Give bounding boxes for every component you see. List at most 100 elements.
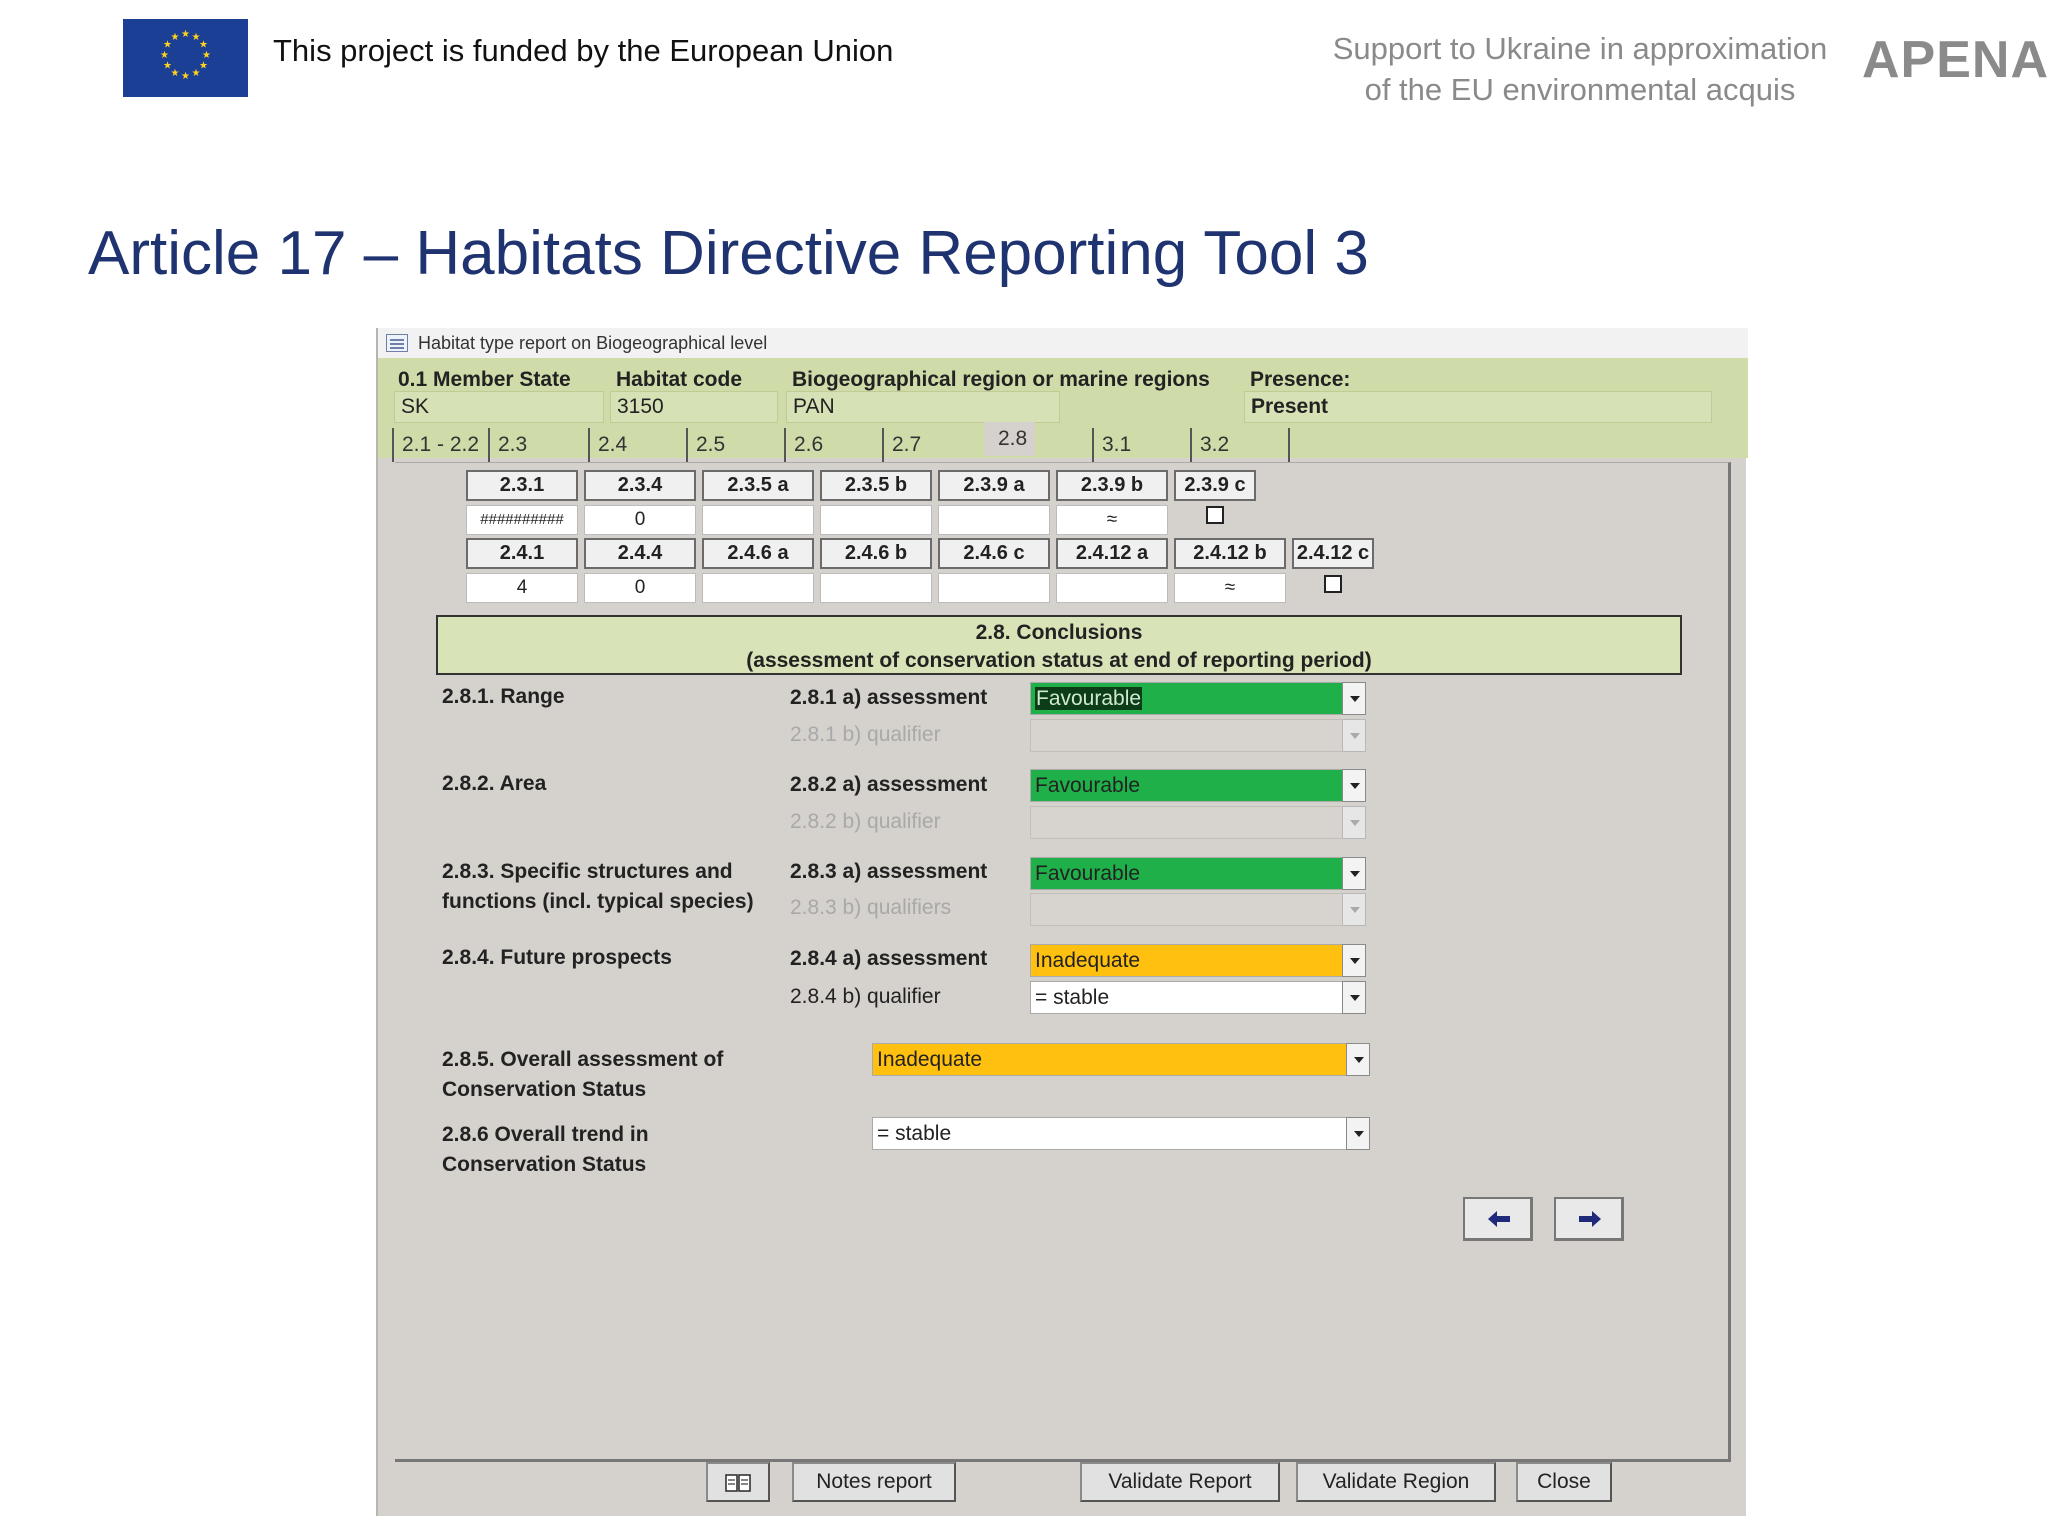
habitat-code-field[interactable]: 3150: [610, 391, 778, 423]
grid-value-2-4-6-b[interactable]: [820, 573, 932, 603]
area-assessment-value: Favourable: [1035, 774, 1141, 797]
chevron-down-icon[interactable]: [1342, 893, 1366, 926]
project-description: Support to Ukraine in approximation of t…: [1300, 28, 1860, 110]
chevron-down-icon[interactable]: [1342, 981, 1366, 1014]
overall-assessment-label-line1: 2.8.5. Overall assessment of: [442, 1048, 724, 1071]
overall-trend-label-line1: 2.8.6 Overall trend in: [442, 1123, 649, 1146]
previous-button[interactable]: [1463, 1197, 1533, 1241]
grid-value-2-3-9-b[interactable]: ≈: [1056, 505, 1168, 535]
notes-report-button[interactable]: Notes report: [792, 1462, 956, 1502]
structures-assessment-select[interactable]: Favourable: [1030, 857, 1366, 890]
tab-2-7[interactable]: 2.7: [882, 428, 929, 462]
structures-label-line1: 2.8.3. Specific structures and: [442, 860, 733, 883]
chevron-down-icon[interactable]: [1346, 1117, 1370, 1150]
presence-field[interactable]: Present: [1244, 391, 1712, 423]
area-label: 2.8.2. Area: [442, 772, 547, 795]
apena-logo-text: APENA: [1862, 31, 2048, 89]
grid-value-2-4-12-a[interactable]: [1056, 573, 1168, 603]
overall-assessment-select[interactable]: Inadequate: [872, 1043, 1370, 1076]
tab-2-4[interactable]: 2.4: [588, 428, 635, 462]
validate-report-button[interactable]: Validate Report: [1080, 1462, 1280, 1502]
validate-region-button[interactable]: Validate Region: [1296, 1462, 1496, 1502]
svg-text:★: ★: [171, 32, 180, 43]
structures-qualifiers-select[interactable]: [1030, 893, 1366, 926]
area-qualifier-label: 2.8.2 b) qualifier: [790, 810, 941, 833]
arrow-left-icon: [1488, 1211, 1510, 1227]
conclusions-header: 2.8. Conclusions (assessment of conserva…: [436, 615, 1682, 675]
presence-label: Presence:: [1250, 368, 1351, 391]
grid-value-2-4-6-a[interactable]: [702, 573, 814, 603]
grid-header-2-4-4: 2.4.4: [584, 538, 696, 569]
slide-title: Article 17 – Habitats Directive Reportin…: [88, 219, 1369, 288]
window-titlebar: Habitat type report on Biogeographical l…: [378, 328, 1748, 358]
tab-strip-end: [1288, 428, 1290, 462]
conclusions-title: 2.8. Conclusions: [975, 621, 1143, 644]
area-assessment-label: 2.8.2 a) assessment: [790, 773, 988, 796]
range-assessment-select[interactable]: Favourable: [1030, 682, 1366, 715]
overall-trend-select[interactable]: = stable: [872, 1117, 1370, 1150]
book-button[interactable]: [706, 1462, 770, 1502]
member-state-field[interactable]: SK: [394, 391, 604, 423]
svg-text:★: ★: [192, 68, 201, 79]
range-label: 2.8.1. Range: [442, 685, 565, 708]
tab-2-8[interactable]: 2.8: [984, 422, 1036, 456]
grid-value-2-3-4[interactable]: 0: [584, 505, 696, 535]
chevron-down-icon[interactable]: [1342, 806, 1366, 839]
section-tabs: 2.1 - 2.2 2.3 2.4 2.5 2.6 2.7 2.8 3.1 3.…: [392, 422, 1732, 462]
window-title: Habitat type report on Biogeographical l…: [418, 333, 768, 353]
tab-3-1[interactable]: 3.1: [1092, 428, 1139, 462]
tab-2-3[interactable]: 2.3: [488, 428, 535, 462]
overall-trend-value: = stable: [877, 1122, 952, 1145]
range-assessment-value: Favourable: [1035, 687, 1143, 710]
grid-value-2-4-1[interactable]: 4: [466, 573, 578, 603]
tab-3-2[interactable]: 3.2: [1190, 428, 1237, 462]
chevron-down-icon[interactable]: [1342, 769, 1366, 802]
area-qualifier-select[interactable]: [1030, 806, 1366, 839]
svg-text:★: ★: [160, 50, 169, 61]
future-prospects-label: 2.8.4. Future prospects: [442, 946, 672, 969]
svg-text:★: ★: [181, 29, 190, 40]
book-icon: [725, 1474, 751, 1492]
overall-assessment-label-line2: Conservation Status: [442, 1078, 647, 1101]
grid-header-2-4-6-c: 2.4.6 c: [938, 538, 1050, 569]
chevron-down-icon[interactable]: [1342, 719, 1366, 752]
chevron-down-icon[interactable]: [1342, 944, 1366, 977]
grid-header-2-4-6-a: 2.4.6 a: [702, 538, 814, 569]
grid-header-2-3-5-a: 2.3.5 a: [702, 470, 814, 501]
chevron-down-icon[interactable]: [1342, 682, 1366, 715]
future-assessment-label: 2.8.4 a) assessment: [790, 947, 988, 970]
grid-value-2-3-9-a[interactable]: [938, 505, 1050, 535]
future-assessment-value: Inadequate: [1035, 949, 1141, 972]
funding-notice: This project is funded by the European U…: [273, 33, 894, 68]
region-field[interactable]: PAN: [786, 391, 1060, 423]
future-qualifier-label: 2.8.4 b) qualifier: [790, 985, 941, 1008]
svg-text:★: ★: [163, 61, 172, 72]
grid-value-2-4-4[interactable]: 0: [584, 573, 696, 603]
grid-value-2-3-5-a[interactable]: [702, 505, 814, 535]
overall-assessment-value: Inadequate: [877, 1048, 983, 1071]
area-assessment-select[interactable]: Favourable: [1030, 769, 1366, 802]
grid-value-2-4-12-b[interactable]: ≈: [1174, 573, 1286, 603]
chevron-down-icon[interactable]: [1346, 1043, 1370, 1076]
range-qualifier-label: 2.8.1 b) qualifier: [790, 723, 941, 746]
range-qualifier-select[interactable]: [1030, 719, 1366, 752]
grid-header-2-3-9-c: 2.3.9 c: [1174, 470, 1256, 501]
grid-header-2-4-1: 2.4.1: [466, 538, 578, 569]
tab-2-1-2-2[interactable]: 2.1 - 2.2: [392, 428, 487, 462]
future-qualifier-select[interactable]: = stable: [1030, 981, 1366, 1014]
grid-value-2-3-5-b[interactable]: [820, 505, 932, 535]
grid-header-2-4-12-b: 2.4.12 b: [1174, 538, 1286, 569]
checkbox-2-4-12-c[interactable]: [1324, 575, 1342, 593]
tab-2-6[interactable]: 2.6: [784, 428, 831, 462]
next-button[interactable]: [1554, 1197, 1624, 1241]
chevron-down-icon[interactable]: [1342, 857, 1366, 890]
future-assessment-select[interactable]: Inadequate: [1030, 944, 1366, 977]
grid-value-2-4-6-c[interactable]: [938, 573, 1050, 603]
structures-assessment-value: Favourable: [1035, 862, 1141, 885]
checkbox-2-3-9-c[interactable]: [1206, 506, 1224, 524]
grid-value-2-3-1[interactable]: ##########: [466, 505, 578, 535]
structures-assessment-label: 2.8.3 a) assessment: [790, 860, 988, 883]
tab-2-5[interactable]: 2.5: [686, 428, 733, 462]
close-button[interactable]: Close: [1516, 1462, 1612, 1502]
grid-header-2-3-9-b: 2.3.9 b: [1056, 470, 1168, 501]
